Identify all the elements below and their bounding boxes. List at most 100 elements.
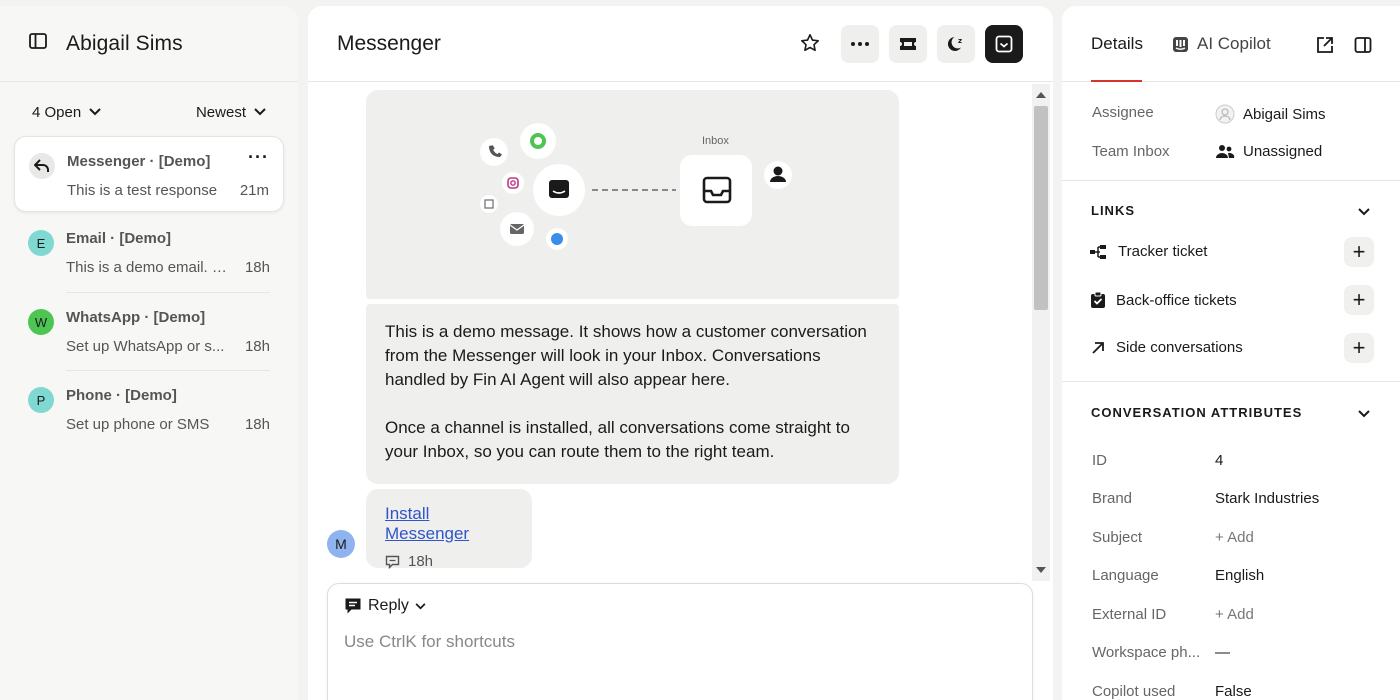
inbox-owner-title: Abigail Sims xyxy=(66,31,183,55)
inbox-label: Inbox xyxy=(702,135,729,147)
demo-message-bubble: This is a demo message. It shows how a c… xyxy=(366,304,899,484)
conversation-time: 18h xyxy=(244,416,270,433)
conversation-time: 18h xyxy=(244,338,270,355)
attribute-value[interactable]: Stark Industries xyxy=(1215,490,1319,507)
open-external-icon[interactable] xyxy=(1316,36,1334,59)
conversation-title: Phone · [Demo] xyxy=(66,387,177,404)
chevron-down-icon xyxy=(254,108,266,116)
add-subject-button[interactable]: + Add xyxy=(1215,529,1254,546)
team-icon xyxy=(1216,144,1235,158)
conversation-item-phone[interactable]: P Phone · [Demo] Set up phone or SMS 18h xyxy=(14,371,284,447)
conversation-snippet: Set up phone or SMS xyxy=(66,416,210,433)
inbox-check-icon xyxy=(995,35,1013,53)
message-time: 18h xyxy=(408,553,434,570)
phone-icon xyxy=(480,138,508,166)
reply-input[interactable] xyxy=(344,632,944,652)
scroll-up-icon[interactable] xyxy=(1036,92,1046,98)
link-row-back-office: Back-office tickets xyxy=(1090,291,1237,309)
reply-type-dropdown[interactable]: Reply xyxy=(344,597,426,615)
conversation-snippet: This is a demo email. It... xyxy=(66,259,231,276)
divider xyxy=(1062,381,1400,382)
assignee-value[interactable]: Abigail Sims xyxy=(1215,104,1326,124)
inbox-icon xyxy=(680,155,752,226)
divider xyxy=(1062,180,1400,181)
link-row-side-conversations: Side conversations xyxy=(1090,339,1243,356)
conversation-item-messenger[interactable]: Messenger · [Demo] ··· This is a test re… xyxy=(14,136,284,212)
attribute-label: ID xyxy=(1092,452,1107,469)
attribute-label: External ID xyxy=(1092,606,1167,623)
link-row-tracker: Tracker ticket xyxy=(1090,243,1207,260)
messenger-logo-icon xyxy=(533,164,585,216)
sidebar-toggle-icon[interactable] xyxy=(28,31,48,56)
conversation-item-email[interactable]: E Email · [Demo] This is a demo email. I… xyxy=(14,214,284,290)
reply-composer: Reply xyxy=(327,583,1033,700)
team-inbox-value[interactable]: Unassigned xyxy=(1215,143,1322,160)
avatar: M xyxy=(327,530,355,558)
tab-details[interactable]: Details xyxy=(1091,34,1143,82)
chevron-down-icon[interactable] xyxy=(1358,203,1370,221)
message-scrollbar[interactable] xyxy=(1032,84,1050,581)
avatar: E xyxy=(28,230,54,256)
chevron-down-icon xyxy=(89,108,101,116)
add-tracker-ticket-button[interactable]: + xyxy=(1344,237,1374,267)
conversation-attributes-title: CONVERSATION ATTRIBUTES xyxy=(1091,405,1303,420)
more-options-icon[interactable]: ··· xyxy=(248,147,269,168)
conversation-time: 21m xyxy=(239,182,269,199)
panel-toggle-icon[interactable] xyxy=(1354,36,1372,59)
scroll-down-icon[interactable] xyxy=(1036,567,1046,573)
conversation-snippet: Set up WhatsApp or s... xyxy=(66,338,225,355)
scrollbar-thumb[interactable] xyxy=(1034,106,1048,310)
conversation-title: Messenger xyxy=(337,31,441,55)
svg-text:z: z xyxy=(958,37,962,45)
message-meta: 18h xyxy=(385,553,513,570)
attribute-value[interactable]: English xyxy=(1215,567,1264,584)
snooze-moon-icon: z xyxy=(947,37,962,51)
reply-arrow-icon xyxy=(29,153,55,179)
add-side-conversation-button[interactable]: + xyxy=(1344,333,1374,363)
star-icon[interactable] xyxy=(800,33,820,58)
attribute-label: Workspace ph... xyxy=(1092,644,1201,661)
chat-bubble-icon xyxy=(345,598,361,614)
messenger-illustration: Inbox xyxy=(366,90,899,299)
conversation-snippet: This is a test response xyxy=(67,182,218,199)
list-filters: 4 Open Newest xyxy=(0,82,298,142)
conversation-item-whatsapp[interactable]: W WhatsApp · [Demo] Set up WhatsApp or s… xyxy=(14,293,284,369)
chevron-down-icon[interactable] xyxy=(1358,405,1370,423)
avatar: P xyxy=(28,387,54,413)
more-actions-button[interactable] xyxy=(841,25,879,63)
message-paragraph: Once a channel is installed, all convers… xyxy=(385,418,850,461)
conversation-title: Email · [Demo] xyxy=(66,230,172,247)
tab-ai-copilot[interactable]: AI Copilot xyxy=(1172,34,1271,54)
attribute-label: Copilot used xyxy=(1092,683,1176,700)
sort-dropdown[interactable]: Newest xyxy=(196,104,266,121)
ellipsis-icon xyxy=(851,42,869,46)
conversation-panel: Messenger z Inbox This is a demo message… xyxy=(308,6,1053,700)
attribute-value[interactable]: — xyxy=(1215,644,1230,661)
clipboard-check-icon xyxy=(1091,291,1105,308)
add-back-office-ticket-button[interactable]: + xyxy=(1344,285,1374,315)
attribute-label: Language xyxy=(1092,567,1159,584)
conversation-title: Messenger · [Demo] xyxy=(67,153,211,170)
chat-seen-icon xyxy=(385,555,400,569)
conversation-time: 18h xyxy=(244,259,270,276)
arrow-up-right-icon xyxy=(1092,341,1104,354)
copilot-icon xyxy=(1173,36,1188,52)
mail-icon xyxy=(500,212,534,246)
add-external-id-button[interactable]: + Add xyxy=(1215,606,1254,623)
install-link-bubble: Install Messenger 18h xyxy=(366,489,532,570)
facebook-icon xyxy=(546,228,568,250)
details-panel: Details AI Copilot Assignee Abigail Sims… xyxy=(1062,6,1400,700)
ticket-button[interactable] xyxy=(889,25,927,63)
attribute-label: Subject xyxy=(1092,529,1143,546)
ticket-icon xyxy=(900,38,916,50)
close-conversation-button[interactable] xyxy=(985,25,1023,63)
attribute-label: Brand xyxy=(1092,490,1133,507)
user-avatar-icon xyxy=(1215,104,1235,124)
install-messenger-link[interactable]: Install Messenger xyxy=(385,504,469,543)
team-inbox-label: Team Inbox xyxy=(1092,143,1170,160)
snooze-button[interactable]: z xyxy=(937,25,975,63)
conversation-header: Messenger z xyxy=(308,6,1053,82)
instagram-icon xyxy=(502,172,524,194)
status-filter-dropdown[interactable]: 4 Open xyxy=(32,104,101,121)
assignee-label: Assignee xyxy=(1092,104,1154,121)
